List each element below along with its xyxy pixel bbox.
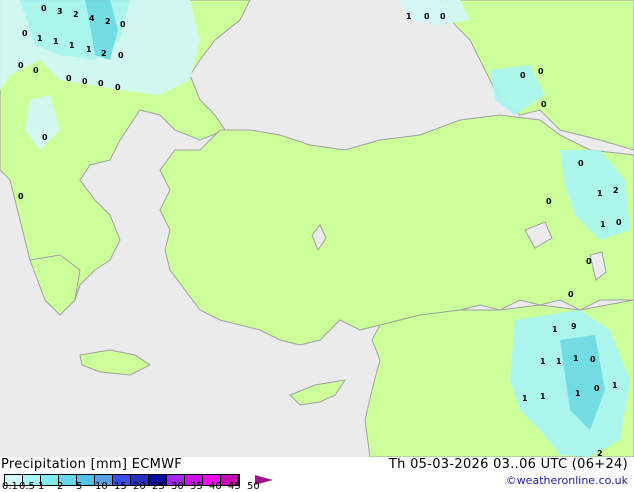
scale-tick-label: 25 [152,481,165,492]
precipitation-value: 0 [546,197,552,206]
scale-tick-label: 5 [76,481,83,492]
scale-tick-label: 1 [38,481,45,492]
precipitation-value: 1 [540,357,546,366]
scale-tick-label: 0.1 [2,481,18,492]
precipitation-value: 4 [89,14,95,23]
precipitation-value: 0 [520,71,526,80]
precipitation-value: 0 [586,257,592,266]
precipitation-value: 0 [541,100,547,109]
precipitation-value: 1 [53,37,59,46]
precipitation-value: 0 [115,83,121,92]
credit-link[interactable]: ©weatheronline.co.uk [506,474,628,487]
precipitation-value: 9 [571,322,577,331]
precipitation-value: 1 [540,392,546,401]
precipitation-value: 1 [406,12,412,21]
scale-tick-label: 0.5 [19,481,35,492]
precipitation-map: 0 3 2 4 2 001 1 1 1 2 0000 0 0 0001 0 00 001 21 000001 91 1 1… [0,0,634,457]
scale-tick-label: 50 [247,481,260,492]
scale-tick-label: 2 [57,481,64,492]
precipitation-value: 2 [73,10,79,19]
precipitation-value: 1 [69,41,75,50]
precipitation-value: 0 [590,355,596,364]
precipitation-value: 1 [612,381,618,390]
scale-tick-label: 40 [209,481,222,492]
precipitation-value: 1 [86,45,92,54]
scale-tick-label: 20 [133,481,146,492]
precipitation-value: 0 [538,67,544,76]
precipitation-value: 0 [22,29,28,38]
precipitation-value: 2 [597,449,603,457]
precipitation-value: 0 [120,20,126,29]
precipitation-value: 0 [18,192,24,201]
precipitation-value: 0 [616,218,622,227]
scale-tick-label: 10 [95,481,108,492]
precipitation-value: 1 [575,389,581,398]
map-title: Precipitation [mm] ECMWF [1,457,183,472]
precipitation-value: 0 [18,61,24,70]
precipitation-value: 0 [82,77,88,86]
scale-tick-label: 45 [228,481,241,492]
precipitation-value: 1 [600,220,606,229]
precipitation-value: 0 [118,51,124,60]
precipitation-value: 0 [424,12,430,21]
scale-tick-label: 30 [171,481,184,492]
precipitation-value: 0 [41,4,47,13]
scale-tick-label: 15 [114,481,127,492]
precipitation-value: 1 [522,394,528,403]
precipitation-value: 0 [594,384,600,393]
footer: Precipitation [mm] ECMWF Th 05-03-2026 0… [0,457,634,492]
precipitation-value: 1 [573,354,579,363]
precipitation-value: 2 [101,49,107,58]
precipitation-value: 0 [568,290,574,299]
precipitation-value: 0 [578,159,584,168]
valid-time: Th 05-03-2026 03..06 UTC (06+24) [388,457,628,472]
precipitation-value: 2 [105,17,111,26]
precipitation-value: 1 [552,325,558,334]
precipitation-value: 0 [33,66,39,75]
precipitation-value: 0 [42,133,48,142]
precipitation-value: 1 [597,189,603,198]
precipitation-value: 2 [613,186,619,195]
precipitation-value: 1 [556,357,562,366]
scale-tick-label: 35 [190,481,203,492]
precipitation-value: 0 [98,79,104,88]
precipitation-value: 0 [440,12,446,21]
precipitation-value: 0 [66,74,72,83]
precipitation-value: 1 [37,34,43,43]
precipitation-value: 3 [57,7,63,16]
